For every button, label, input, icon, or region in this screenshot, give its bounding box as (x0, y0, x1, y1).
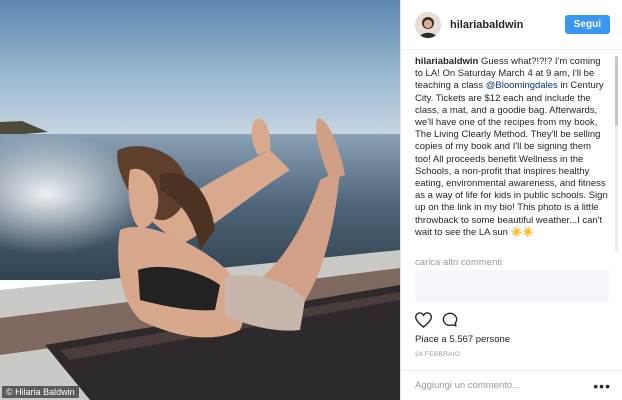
post-actions (414, 312, 458, 333)
yoga-photo (0, 0, 400, 400)
caption-username[interactable]: hilariabaldwin (415, 56, 478, 67)
heart-icon[interactable] (414, 312, 433, 333)
post-caption: hilariabaldwin Guess what?!?!? I'm comin… (415, 56, 609, 252)
comment-bar: Aggiungi un commento... ••• (401, 370, 622, 400)
comment-input[interactable]: Aggiungi un commento... (415, 380, 593, 391)
load-more-comments[interactable]: carica altri commenti (415, 257, 502, 268)
caption-scrollbar[interactable] (615, 56, 618, 252)
comment-icon[interactable] (442, 312, 458, 333)
post-date: 24 FEBBRAIO (415, 351, 461, 358)
photo-credit: © Hilaria Baldwin (2, 386, 79, 398)
comments-placeholder (415, 270, 609, 302)
more-options-icon[interactable]: ••• (593, 378, 611, 394)
scrollbar-thumb[interactable] (615, 56, 618, 126)
caption-text-2: in Century City. Tickets are $12 each an… (415, 80, 608, 238)
follow-button[interactable]: Segui (564, 15, 610, 34)
header-username[interactable]: hilariabaldwin (450, 19, 565, 31)
post-header: hilariabaldwin Segui (401, 0, 622, 50)
post-photo[interactable]: © Hilaria Baldwin (0, 0, 400, 400)
avatar[interactable] (415, 11, 441, 38)
likes-count[interactable]: Piace a 5.567 persone (415, 334, 510, 345)
post-details-panel: hilariabaldwin Segui hilariabaldwin Gues… (400, 0, 622, 400)
caption-mention[interactable]: @Bloomingdales (486, 80, 558, 91)
